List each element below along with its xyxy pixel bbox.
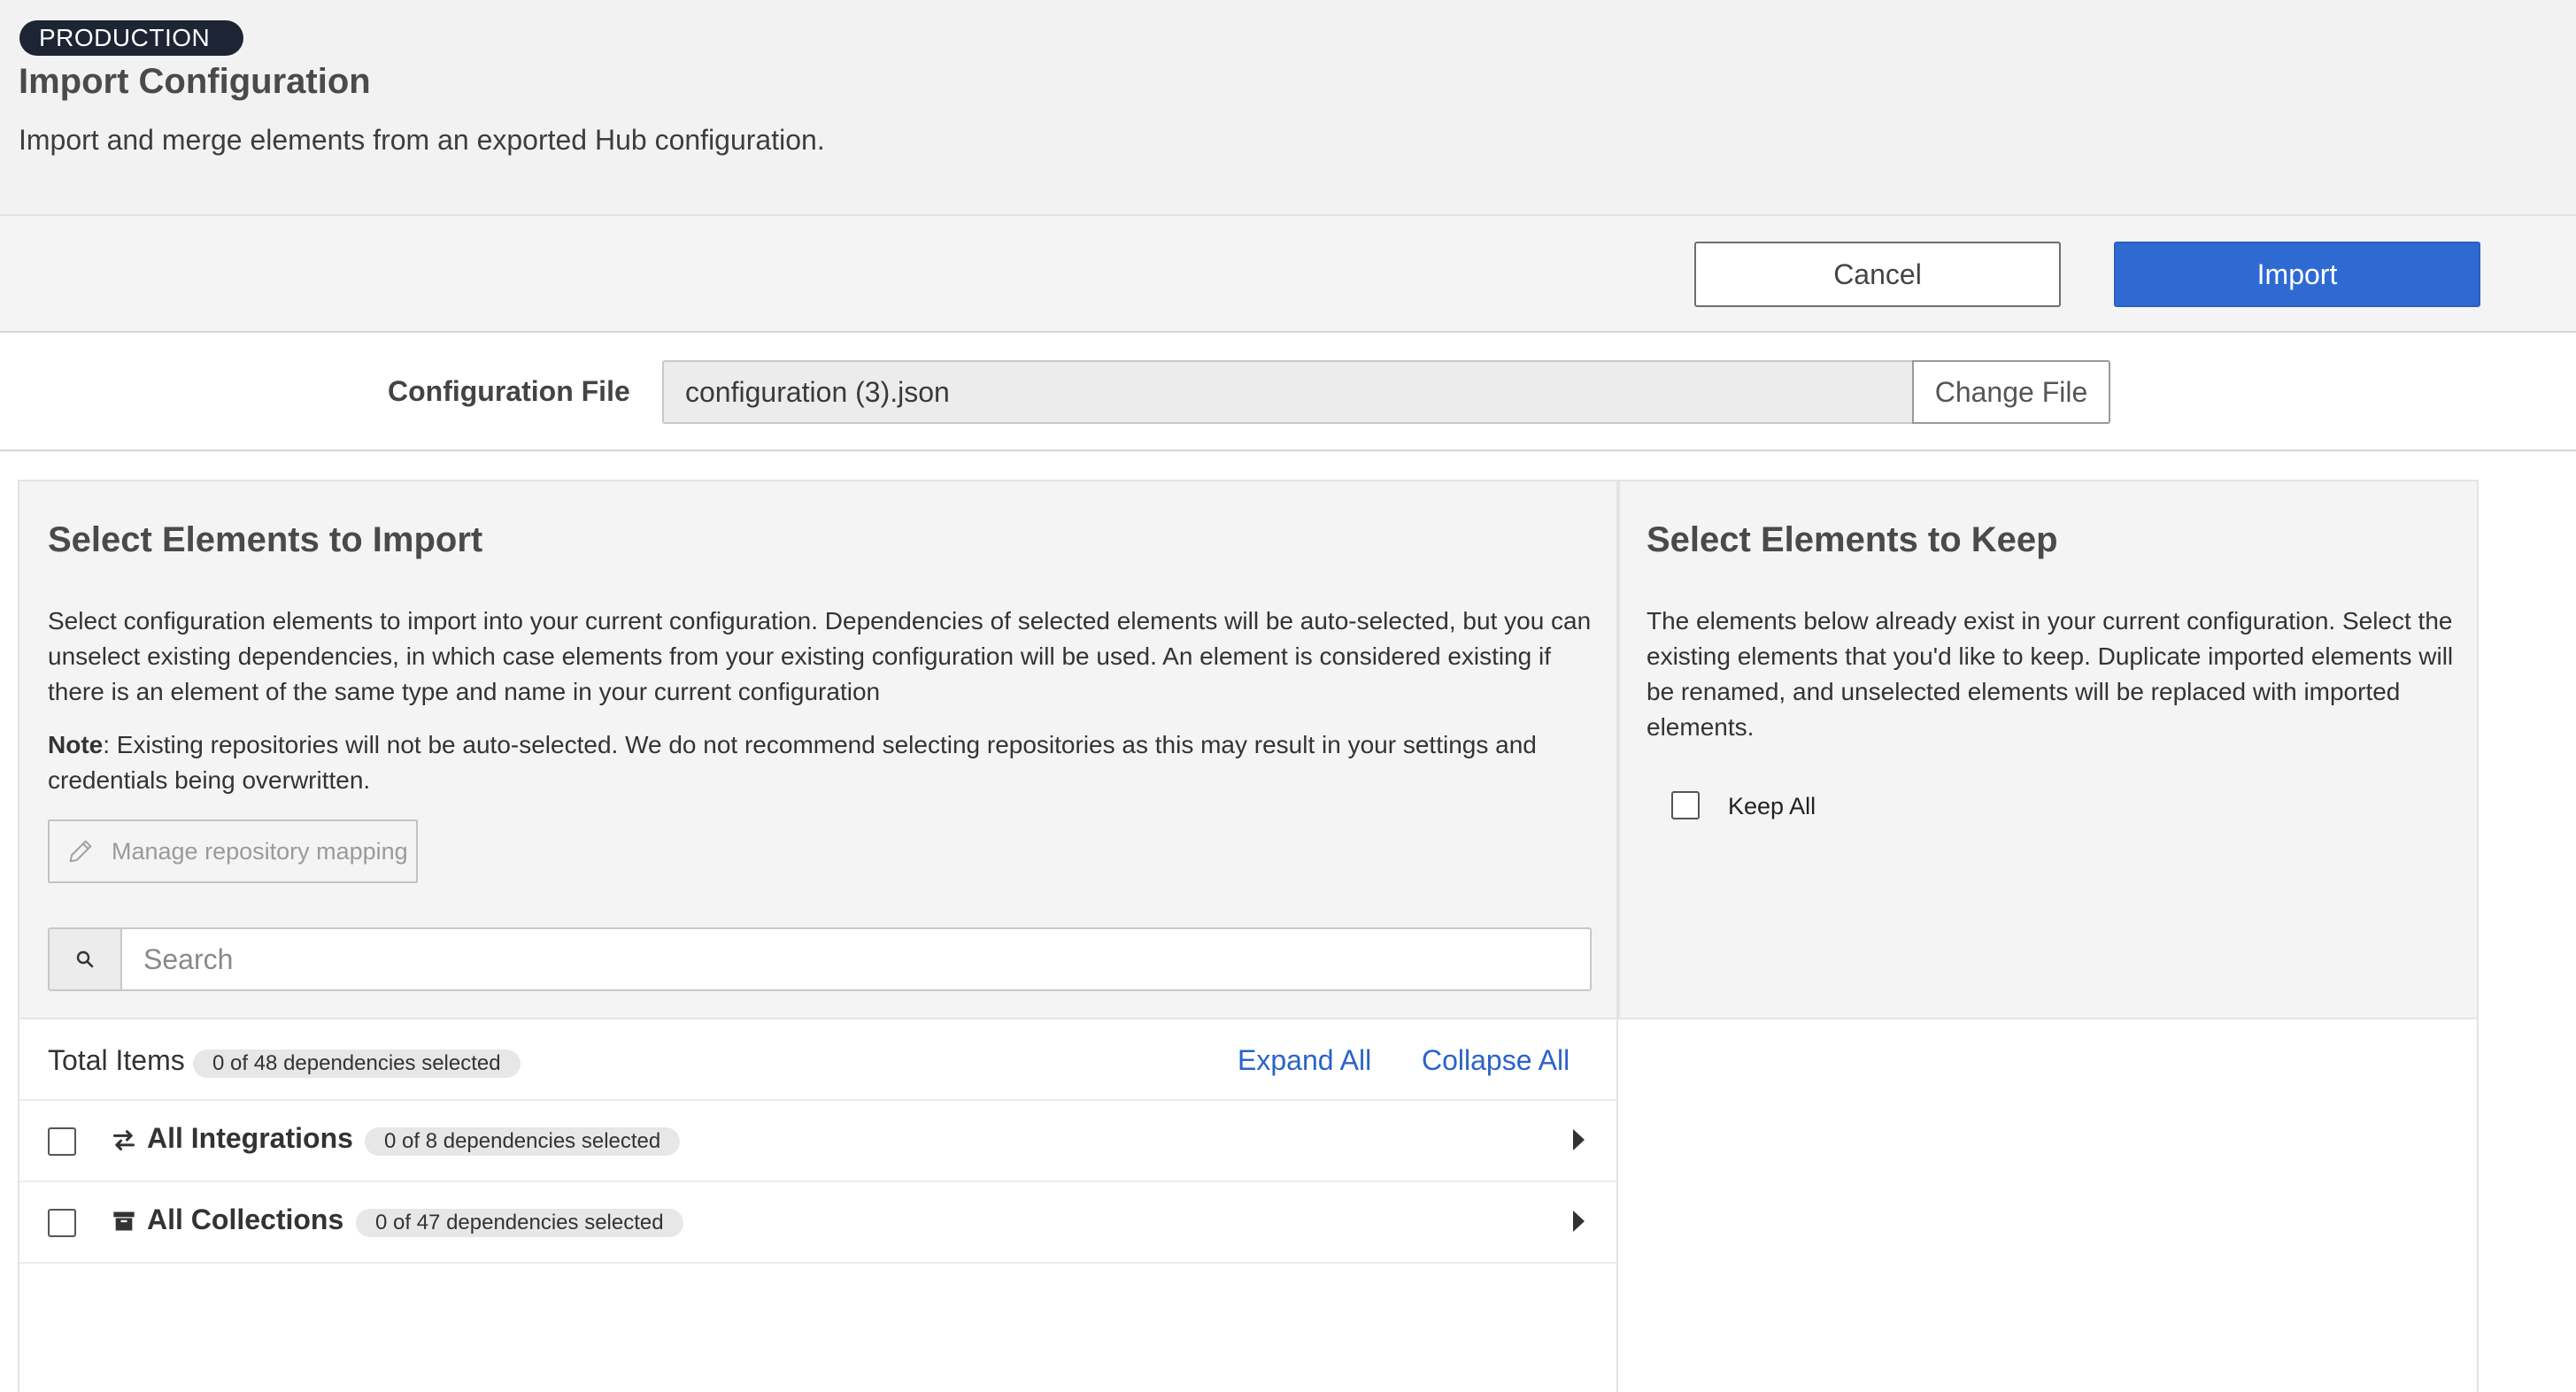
keep-elements-panel: Select Elements to Keep The elements bel…	[1618, 480, 2479, 1392]
expand-all-link[interactable]: Expand All	[1238, 1044, 1371, 1077]
manage-repository-mapping-button[interactable]: Manage repository mapping	[48, 819, 418, 883]
keep-all-label: Keep All	[1728, 793, 1816, 819]
keep-panel-description: The elements below already exist in your…	[1647, 607, 2454, 741]
note-text: : Existing repositories will not be auto…	[48, 731, 1537, 794]
all-collections-label: All Collections	[147, 1204, 344, 1235]
keep-panel-header: Select Elements to Keep The elements bel…	[1618, 481, 2477, 1019]
total-items-badge: 0 of 48 dependencies selected	[193, 1050, 521, 1078]
config-file-label: Configuration File	[388, 375, 630, 407]
page-header: PRODUCTION Import Configuration Import a…	[0, 0, 2576, 216]
search-input[interactable]	[120, 927, 1592, 991]
keep-panel-title: Select Elements to Keep	[1647, 520, 2058, 559]
list-item-all-collections[interactable]: All Collections 0 of 47 dependencies sel…	[19, 1182, 1616, 1264]
import-panel-header: Select Elements to Import Select configu…	[19, 481, 1616, 1019]
import-panel-title: Select Elements to Import	[48, 520, 483, 559]
config-file-row: Configuration File configuration (3).jso…	[0, 333, 2576, 451]
manage-repository-mapping-label: Manage repository mapping	[112, 837, 408, 865]
all-integrations-badge: 0 of 8 dependencies selected	[365, 1127, 681, 1156]
environment-badge: PRODUCTION	[19, 20, 244, 56]
keep-all-checkbox[interactable]	[1671, 791, 1700, 819]
arrows-exchange-icon	[112, 1130, 135, 1151]
all-collections-badge: 0 of 47 dependencies selected	[356, 1209, 683, 1237]
import-panel-description: Select configuration elements to import …	[48, 607, 1592, 705]
import-elements-panel: Select Elements to Import Select configu…	[18, 480, 1618, 1392]
list-item-all-integrations[interactable]: All Integrations 0 of 8 dependencies sel…	[19, 1101, 1616, 1182]
cancel-button[interactable]: Cancel	[1694, 242, 2061, 307]
total-items-label: Total Items	[48, 1044, 185, 1076]
search-bar	[48, 927, 1592, 991]
all-integrations-label: All Integrations	[147, 1122, 353, 1154]
archive-box-icon	[113, 1211, 135, 1231]
expand-caret-icon[interactable]	[1573, 1211, 1585, 1232]
action-bar: Cancel Import	[0, 216, 2576, 333]
total-items-row: Total Items 0 of 48 dependencies selecte…	[19, 1019, 1616, 1101]
note-label: Note	[48, 731, 104, 758]
change-file-button[interactable]: Change File	[1912, 360, 2110, 424]
collapse-all-link[interactable]: Collapse All	[1422, 1044, 1570, 1077]
config-file-field: configuration (3).json	[662, 360, 1912, 424]
search-icon	[76, 950, 94, 968]
all-integrations-checkbox[interactable]	[48, 1127, 76, 1156]
import-panel-note: Note: Existing repositories will not be …	[48, 727, 1606, 798]
expand-caret-icon[interactable]	[1573, 1129, 1585, 1150]
pencil-icon	[69, 840, 92, 863]
search-icon-box	[48, 927, 122, 991]
all-collections-checkbox[interactable]	[48, 1209, 76, 1237]
page-subtitle: Import and merge elements from an export…	[19, 124, 825, 156]
import-button[interactable]: Import	[2114, 242, 2480, 307]
page-title: Import Configuration	[19, 62, 371, 101]
